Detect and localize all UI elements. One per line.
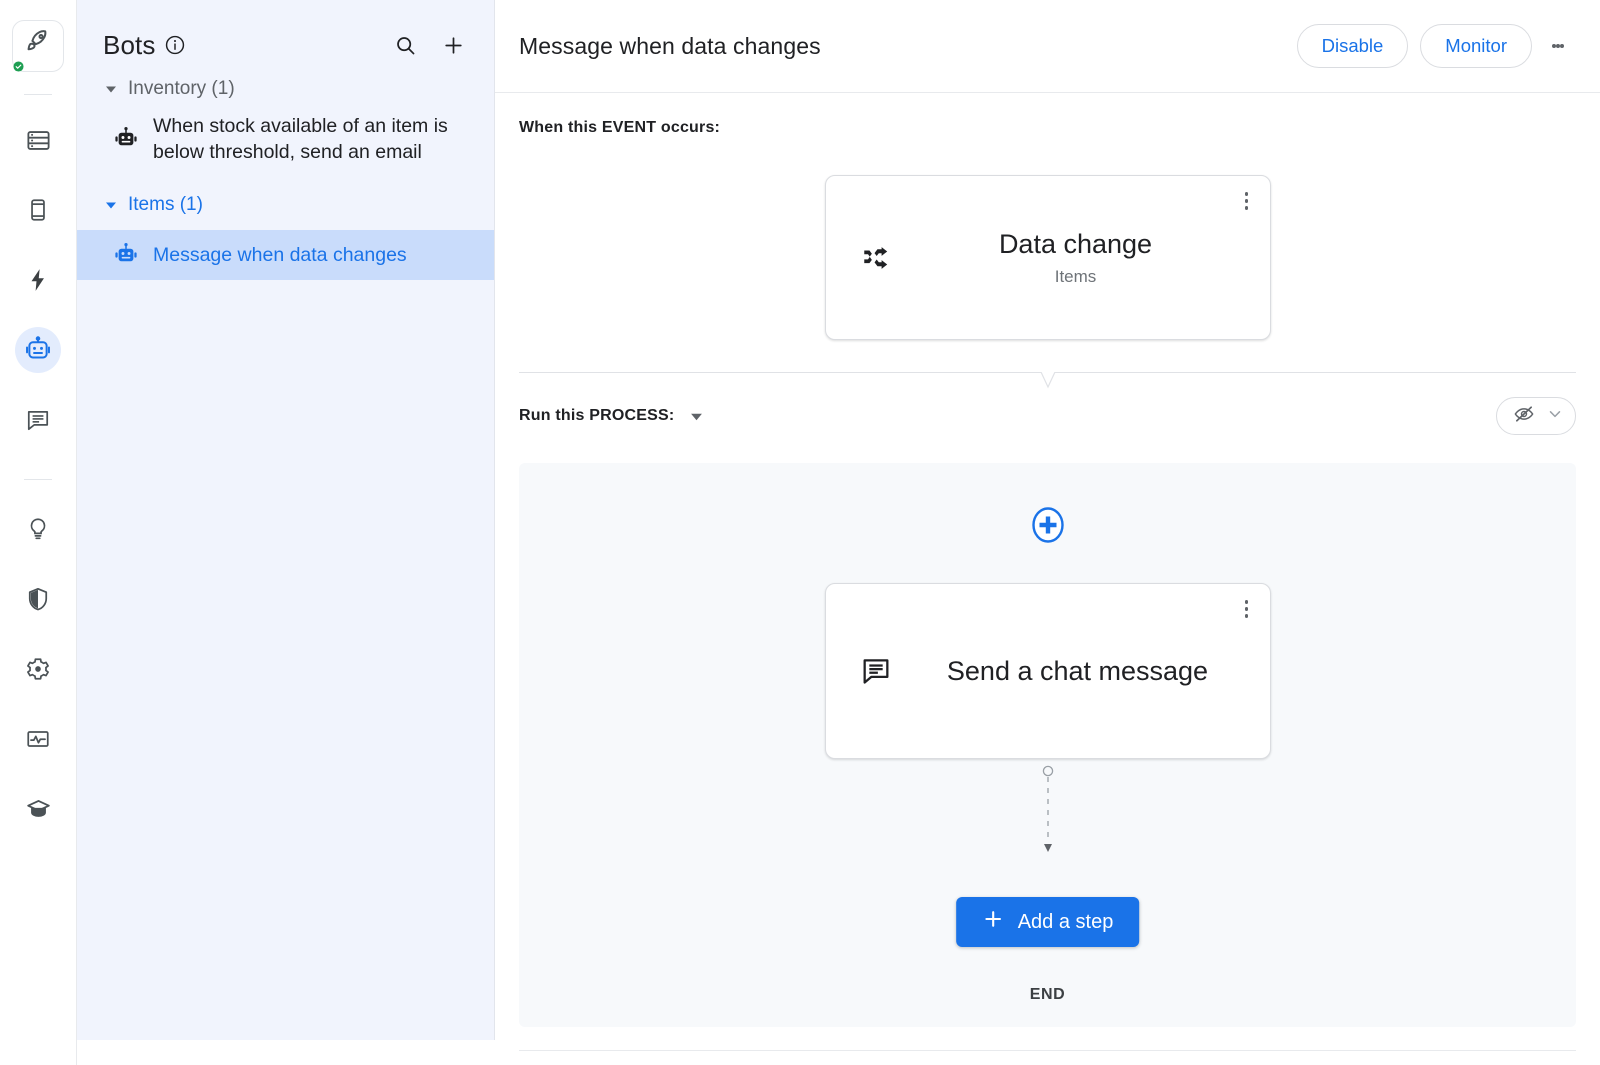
process-step-title: Send a chat message (926, 652, 1270, 690)
event-card-title: Data change (926, 229, 1226, 260)
bots-sidebar-header: Bots (77, 0, 494, 72)
left-icon-rail (0, 0, 77, 1065)
rail-item-ideas[interactable] (15, 506, 61, 552)
step-connector (1041, 765, 1055, 855)
eye-off-icon (1511, 403, 1537, 430)
shuffle-icon (826, 242, 926, 274)
event-card-subtitle: Items (926, 267, 1226, 287)
sidebar-group-items[interactable]: Items (1) (77, 188, 494, 222)
process-end-label: END (1030, 986, 1066, 1004)
rail-item-messages[interactable] (15, 397, 61, 443)
triangle-down-icon (103, 83, 119, 95)
chevron-down-notch-icon (1024, 372, 1072, 394)
event-section: When this EVENT occurs: Data change Item… (495, 93, 1600, 373)
rail-item-actions[interactable] (15, 257, 61, 303)
chat-message-icon (826, 655, 926, 687)
kebab-menu-icon[interactable] (1538, 26, 1578, 66)
rail-item-security[interactable] (15, 576, 61, 622)
graduation-cap-icon (25, 796, 52, 823)
rail-divider (24, 94, 52, 95)
rail-item-bots[interactable] (15, 327, 61, 373)
main-panel: Message when data changes Disable Monito… (495, 0, 1600, 1065)
rail-item-data[interactable] (15, 117, 61, 163)
shield-icon (25, 586, 51, 612)
chevron-down-icon (1547, 406, 1563, 427)
kebab-menu-icon[interactable] (1236, 596, 1258, 622)
sidebar-bot-item-message-when-data-changes[interactable]: Message when data changes (77, 230, 494, 280)
lightning-bolt-icon (25, 267, 51, 293)
add-bot-icon[interactable] (436, 28, 470, 62)
sidebar-bot-label: When stock available of an item is below… (153, 113, 470, 165)
triangle-down-icon (103, 199, 119, 211)
rocket-launch-icon (24, 27, 52, 66)
visibility-toggle-button[interactable] (1496, 397, 1576, 435)
robot-icon (113, 242, 139, 268)
sidebar-group-label: Inventory (1) (128, 78, 235, 100)
mobile-device-icon (25, 197, 51, 223)
app-root: Bots (0, 0, 1600, 1065)
info-icon[interactable] (164, 34, 186, 56)
sidebar-group-label: Items (1) (128, 194, 203, 216)
event-section-label: When this EVENT occurs: (519, 119, 1576, 137)
gear-icon (25, 656, 51, 682)
rail-item-settings[interactable] (15, 646, 61, 692)
plus-icon (982, 908, 1004, 936)
monitoring-icon (25, 726, 51, 752)
chat-message-icon (25, 407, 51, 433)
event-card-data-change[interactable]: Data change Items (825, 175, 1271, 340)
process-canvas: Send a chat message (519, 463, 1576, 1027)
bot-header-toolbar: Message when data changes Disable Monito… (495, 0, 1600, 93)
bot-editor-content: When this EVENT occurs: Data change Item… (495, 93, 1600, 1065)
add-a-step-label: Add a step (1018, 911, 1114, 934)
rail-item-launch[interactable] (12, 20, 64, 72)
content-bottom-divider (519, 1050, 1576, 1051)
sidebar-bot-item-inventory[interactable]: When stock available of an item is below… (77, 106, 494, 172)
sidebar-group-inventory[interactable]: Inventory (1) (77, 72, 494, 106)
process-step-card-send-chat-message[interactable]: Send a chat message (825, 583, 1271, 759)
event-process-divider (519, 372, 1576, 373)
lightbulb-icon (25, 516, 51, 542)
process-section-label: Run this PROCESS: (519, 407, 674, 425)
bots-sidebar: Bots (77, 0, 495, 1040)
monitor-button[interactable]: Monitor (1420, 24, 1532, 68)
plus-circle-icon[interactable] (1028, 505, 1068, 550)
rail-item-app[interactable] (15, 187, 61, 233)
search-icon[interactable] (388, 28, 422, 62)
event-card-text: Data change Items (926, 229, 1270, 287)
add-a-step-button[interactable]: Add a step (956, 897, 1140, 947)
bots-panel-title: Bots (103, 30, 155, 61)
triangle-down-icon[interactable] (686, 406, 706, 426)
robot-icon (24, 336, 52, 364)
robot-icon (113, 126, 139, 152)
rail-divider-2 (24, 479, 52, 480)
rail-item-learn[interactable] (15, 786, 61, 832)
database-icon (25, 127, 52, 154)
disable-button[interactable]: Disable (1297, 24, 1409, 68)
rail-item-monitoring[interactable] (15, 716, 61, 762)
sidebar-bot-label: Message when data changes (153, 242, 407, 268)
kebab-menu-icon[interactable] (1236, 188, 1258, 214)
page-title: Message when data changes (519, 33, 821, 60)
